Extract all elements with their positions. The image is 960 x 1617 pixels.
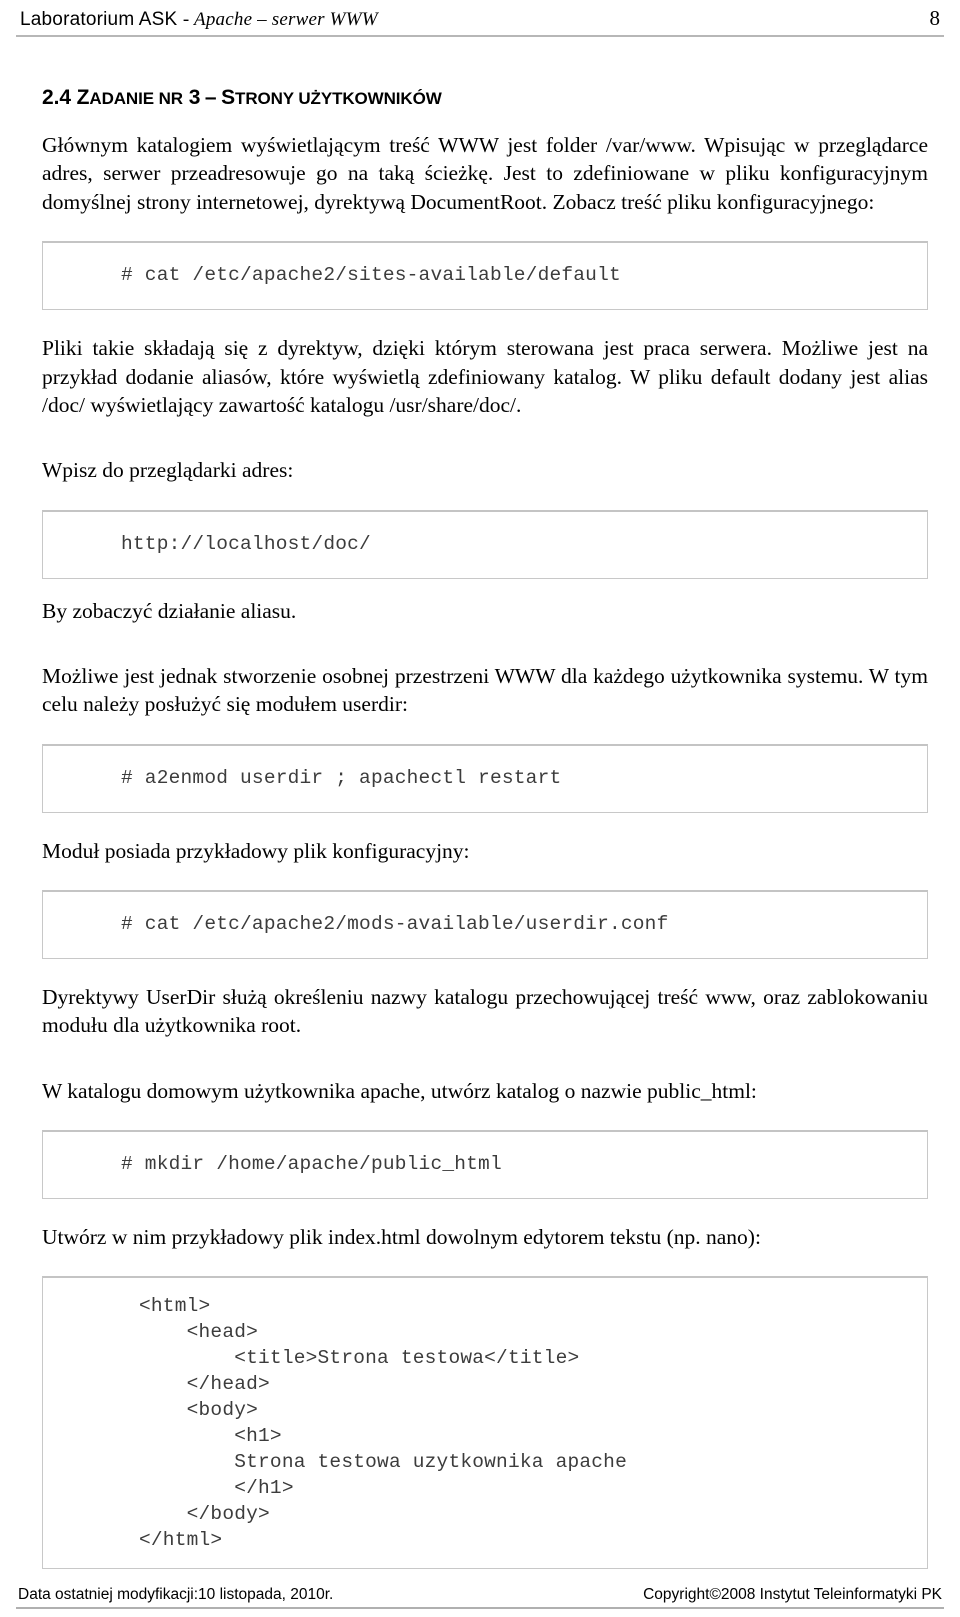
header-title: Laboratorium ASK - Apache – serwer WWW: [20, 9, 378, 31]
code-block-cat-userdir: # cat /etc/apache2/mods-available/userdi…: [42, 889, 928, 959]
page-content: 2.4 ZADANIE NR 3 – STRONY UŻYTKOWNIKÓW G…: [42, 86, 928, 1569]
page-header: Laboratorium ASK - Apache – serwer WWW 8: [16, 0, 944, 52]
code-text: # cat /etc/apache2/mods-available/userdi…: [121, 912, 669, 935]
header-title-plain: Laboratorium ASK: [20, 9, 178, 30]
paragraph-create-index: Utwórz w nim przykładowy plik index.html…: [42, 1224, 761, 1249]
section-heading-three: 3: [188, 86, 201, 109]
page-header-row: Laboratorium ASK - Apache – serwer WWW 8: [16, 0, 944, 37]
code-text: http://localhost/doc/: [121, 532, 371, 555]
document-page: Laboratorium ASK - Apache – serwer WWW 8…: [0, 0, 960, 1617]
code-block-cat-default: # cat /etc/apache2/sites-available/defau…: [42, 241, 928, 311]
paragraph-see-alias: By zobaczyć działanie aliasu.: [42, 598, 297, 623]
paragraph-userdir-intro: Możliwe jest jednak stworzenie osobnej p…: [42, 663, 928, 717]
section-heading-adanie-nr: ADANIE NR: [89, 89, 183, 108]
code-block-url-doc: http://localhost/doc/: [42, 509, 928, 579]
code-block-mkdir: # mkdir /home/apache/public_html: [42, 1130, 928, 1199]
code-text: <html> <head> <title>Strona testowa</tit…: [139, 1295, 627, 1551]
section-heading-dash: –: [204, 86, 217, 109]
section-number: 2.4: [42, 86, 71, 109]
section-heading-s: S: [221, 86, 236, 109]
page-footer-row: Data ostatniej modyfikacji:10 listopada,…: [16, 1586, 944, 1609]
code-block-a2enmod: # a2enmod userdir ; apachectl restart: [42, 743, 928, 813]
footer-copyright: Copyright©2008 Instytut Teleinformatyki …: [643, 1586, 942, 1603]
code-text: # mkdir /home/apache/public_html: [121, 1153, 502, 1176]
paragraph-create-public-html: W katalogu domowym użytkownika apache, u…: [42, 1078, 757, 1103]
code-block-index-html: <html> <head> <title>Strona testowa</tit…: [42, 1276, 928, 1569]
header-title-italic: - Apache – serwer WWW: [182, 9, 378, 30]
paragraph-intro: Głównym katalogiem wyświetlającym treść …: [42, 133, 928, 214]
section-heading-z: Z: [76, 86, 90, 109]
footer-last-modified: Data ostatniej modyfikacji:10 listopada,…: [18, 1586, 334, 1603]
paragraph-enter-address: Wpisz do przeglądarki adres:: [42, 458, 294, 483]
code-text: # cat /etc/apache2/sites-available/defau…: [121, 264, 621, 287]
page-footer: Data ostatniej modyfikacji:10 listopada,…: [16, 1586, 944, 1609]
section-heading: 2.4 ZADANIE NR 3 – STRONY UŻYTKOWNIKÓW: [42, 86, 928, 109]
paragraph-module-config: Moduł posiada przykładowy plik konfigura…: [42, 838, 470, 863]
section-heading-rest: TRONY UŻYTKOWNIKÓW: [235, 89, 442, 108]
page-number: 8: [929, 6, 941, 30]
paragraph-directives: Pliki takie składają się z dyrektyw, dzi…: [42, 336, 928, 417]
code-text: # a2enmod userdir ; apachectl restart: [121, 766, 562, 789]
paragraph-userdir-directives: Dyrektywy UserDir służą określeniu nazwy…: [42, 984, 928, 1038]
